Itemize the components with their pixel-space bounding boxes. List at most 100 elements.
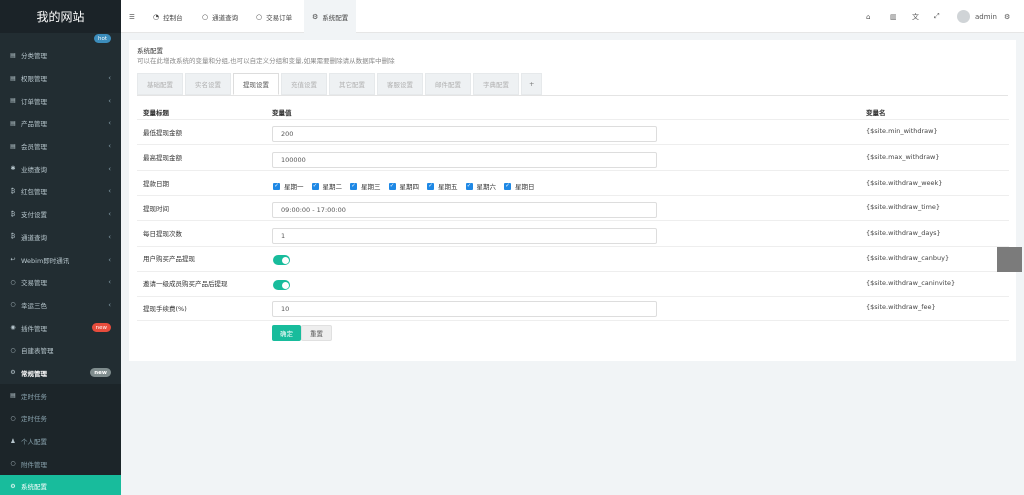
tab-system-config[interactable]: ⚙ 系统配置	[304, 0, 357, 33]
sidebar-item-cron[interactable]: ▤ 定时任务	[0, 384, 121, 407]
tab-dashboard[interactable]: ◔ 控制台	[153, 0, 183, 33]
row-variable: {$site.withdraw_days}	[866, 229, 941, 237]
checkbox-tuesday[interactable]: ✓ 星期二	[311, 181, 342, 191]
sidebar: 我的网站 hot ▤ 分类管理 ▤ 权限管理 ‹ ▤ 订单管理 ‹ ▤ 产品管理 ‹ ▤ 会员管…	[0, 0, 121, 495]
sidebar-item-attachments[interactable]: ○ 附件管理	[0, 452, 121, 476]
check-icon: ✓	[504, 182, 511, 190]
tab-other[interactable]: 其它配置	[329, 73, 375, 95]
gear-icon: ✱	[10, 165, 16, 173]
checkbox-label: 星期四	[399, 183, 420, 191]
sidebar-item-webim[interactable]: ↩ Webim即时通讯 ‹	[0, 248, 121, 271]
sidebar-item-lucky[interactable]: ○ 幸运三色 ‹	[0, 294, 121, 317]
sidebar-item-redpacket[interactable]: ₿ 红包管理 ‹	[0, 180, 121, 203]
sidebar-item-custom-table[interactable]: ○ 自建表管理	[0, 339, 121, 362]
sidebar-item-performance[interactable]: ✱ 业绩查询 ‹	[0, 157, 121, 180]
checkbox-saturday[interactable]: ✓ 星期六	[465, 181, 496, 191]
sidebar-item-label: 通道查询	[21, 233, 47, 242]
home-icon[interactable]: ⌂	[866, 0, 870, 33]
row-variable: {$site.withdraw_time}	[866, 203, 941, 211]
cogs-icon: ⚙	[10, 482, 16, 490]
checkbox-label: 星期日	[515, 183, 535, 191]
tab-realname[interactable]: 实名设置	[185, 73, 231, 95]
sidebar-item-system-config[interactable]: ⚙ 系统配置	[0, 475, 121, 495]
tab-withdraw[interactable]: 提现设置	[233, 73, 279, 95]
sidebar-item-products[interactable]: ▤ 产品管理 ‹	[0, 112, 121, 135]
list-icon: ▤	[10, 119, 16, 127]
row-title: 最高提现金额	[143, 154, 182, 162]
page-title: 系统配置	[137, 47, 163, 55]
sidebar-item-plugins[interactable]: ◉ 插件管理 new	[0, 316, 121, 339]
sidebar-item-partial[interactable]: hot	[0, 33, 121, 44]
hot-badge: hot	[93, 34, 111, 43]
sidebar-item-trade[interactable]: ○ 交易管理 ‹	[0, 271, 121, 294]
sidebar-item-label: 定时任务	[21, 392, 47, 401]
sidebar-item-orders[interactable]: ▤ 订单管理 ‹	[0, 89, 121, 112]
table-row: 邀请一级成员购买产品后提现 {$site.withdraw_caninvite}	[137, 271, 1009, 296]
max-withdraw-input[interactable]: 100000	[272, 152, 657, 168]
avatar	[957, 10, 970, 23]
reset-button[interactable]: 重置	[301, 325, 332, 341]
user-menu[interactable]: admin	[957, 0, 997, 33]
page-description: 可以在此增改系统的变量和分组,也可以自定义分组和变量,如果需要删除请从数据库中删…	[137, 57, 395, 65]
checkbox-label: 星期一	[284, 183, 304, 191]
checkbox-monday[interactable]: ✓ 星期一	[273, 181, 304, 191]
check-icon: ✓	[273, 182, 280, 190]
sidebar-item-cron-2[interactable]: ○ 定时任务	[0, 407, 121, 430]
submit-button[interactable]: 确定	[272, 325, 301, 341]
row-title: 邀请一级成员购买产品后提现	[143, 280, 228, 288]
check-icon: ✓	[311, 182, 319, 190]
trash-icon[interactable]: ▥	[890, 0, 897, 33]
withdraw-time-input[interactable]: 09:00:00 - 17:00:00	[272, 202, 657, 218]
language-icon[interactable]: 文	[912, 0, 919, 33]
tab-trade-orders[interactable]: ○ 交易订单	[256, 0, 292, 33]
sidebar-item-permission[interactable]: ▤ 权限管理 ‹	[0, 67, 121, 90]
tab-service[interactable]: 客服设置	[377, 73, 423, 95]
tab-divider	[137, 95, 1008, 96]
sidebar-item-channel[interactable]: ₿ 通道查询 ‹	[0, 226, 121, 249]
tab-email[interactable]: 邮件配置	[425, 73, 471, 95]
tab-recharge[interactable]: 充值设置	[281, 73, 327, 95]
sidebar-item-label: 分类管理	[21, 52, 47, 61]
sidebar-item-profile[interactable]: ♟ 个人配置	[0, 429, 121, 453]
checkbox-sunday[interactable]: ✓ 星期日	[504, 181, 535, 191]
user-icon: ♟	[10, 437, 16, 445]
checkbox-label: 星期三	[361, 183, 381, 191]
sidebar-item-category[interactable]: ▤ 分类管理	[0, 44, 121, 67]
table-row: 提现手续费(%) 10 {$site.withdraw_fee}	[137, 296, 1009, 321]
chevron-left-icon: ‹	[108, 232, 111, 241]
table-row: 最高提现金额 100000 {$site.max_withdraw}	[137, 144, 1009, 169]
chevron-left-icon: ‹	[108, 74, 111, 83]
sidebar-item-label: 系统配置	[21, 483, 47, 492]
group-icon: ▤	[10, 74, 16, 82]
floating-side-button[interactable]	[997, 247, 1022, 272]
circle-icon: ○	[10, 346, 16, 354]
checkbox-wednesday[interactable]: ✓ 星期三	[350, 181, 381, 191]
checkbox-thursday[interactable]: ✓ 星期四	[388, 181, 420, 191]
settings-icon[interactable]: ⚙	[1004, 0, 1010, 33]
sidebar-item-payment[interactable]: ₿ 支付设置 ‹	[0, 203, 121, 226]
add-tab-button[interactable]: +	[521, 73, 543, 95]
hamburger-icon[interactable]: ☰	[129, 0, 135, 33]
min-withdraw-input[interactable]: 200	[272, 126, 657, 142]
dashboard-icon: ◔	[153, 12, 160, 21]
chevron-left-icon: ‹	[108, 210, 111, 219]
withdraw-days-input[interactable]: 1	[272, 228, 657, 244]
sidebar-item-members[interactable]: ▤ 会员管理 ‹	[0, 135, 121, 158]
sidebar-item-label: 产品管理	[21, 120, 47, 129]
withdraw-caninvite-toggle[interactable]	[273, 280, 290, 290]
fullscreen-icon[interactable]: ⤢	[934, 0, 940, 33]
chevron-left-icon: ‹	[108, 119, 111, 128]
tab-basic[interactable]: 基础配置	[137, 73, 183, 95]
sidebar-item-label: 订单管理	[21, 97, 47, 106]
withdraw-canbuy-toggle[interactable]	[273, 255, 290, 265]
new-badge: new	[91, 323, 111, 333]
site-logo[interactable]: 我的网站	[0, 0, 121, 33]
tab-dictionary[interactable]: 字典配置	[473, 73, 519, 95]
bitcoin-icon: ₿	[10, 210, 16, 218]
checkbox-friday[interactable]: ✓ 星期五	[427, 181, 458, 191]
sidebar-item-general[interactable]: ⚙ 常规管理 new	[0, 362, 121, 385]
sidebar-item-label: 插件管理	[21, 324, 47, 333]
withdraw-fee-input[interactable]: 10	[272, 301, 657, 317]
check-icon: ✓	[427, 182, 434, 190]
tab-channel-query[interactable]: ○ 通道查询	[202, 0, 238, 33]
